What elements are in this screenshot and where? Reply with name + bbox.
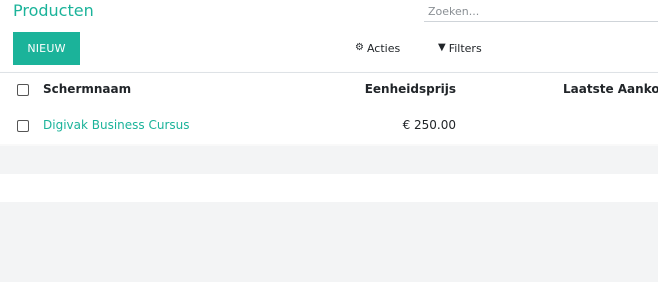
gear-icon: ⚙ — [355, 42, 364, 53]
product-name[interactable]: Digivak Business Cursus — [43, 118, 190, 132]
empty-row — [0, 146, 658, 174]
filters-button[interactable]: ▼ Filters — [438, 38, 482, 58]
new-button[interactable]: NIEUW — [13, 32, 80, 65]
list-table: Schermnaam Eenheidsprijs Laatste Aanko D… — [0, 72, 658, 282]
page-title: Producten — [13, 1, 94, 20]
actions-label: Acties — [366, 41, 401, 55]
column-header-last-purchase[interactable]: Laatste Aanko — [563, 82, 658, 96]
actions-button[interactable]: ⚙ Acties — [355, 38, 400, 58]
row-checkbox[interactable] — [17, 120, 29, 132]
empty-row — [0, 174, 658, 202]
table-header: Schermnaam Eenheidsprijs Laatste Aanko — [0, 72, 658, 106]
column-header-price[interactable]: Eenheidsprijs — [365, 82, 456, 96]
column-header-name[interactable]: Schermnaam — [43, 82, 131, 96]
product-price: € 250.00 — [402, 118, 456, 132]
search-input[interactable] — [424, 2, 658, 21]
empty-row — [0, 202, 658, 282]
search-bar[interactable] — [424, 0, 658, 22]
table-row[interactable]: Digivak Business Cursus € 250.00 — [0, 106, 658, 144]
filters-label: Filters — [448, 41, 482, 55]
filter-icon: ▼ — [438, 42, 446, 53]
select-all-checkbox[interactable] — [17, 84, 29, 96]
